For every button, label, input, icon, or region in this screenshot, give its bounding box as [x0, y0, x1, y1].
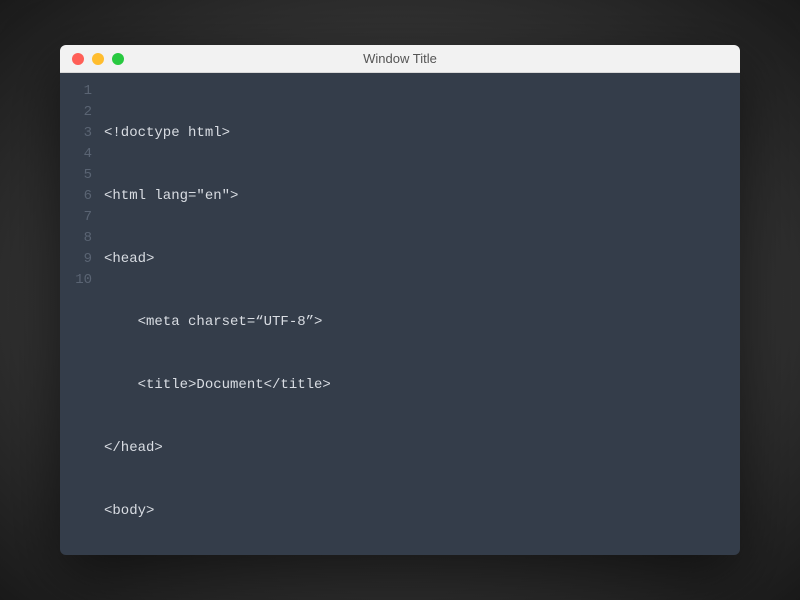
traffic-lights — [60, 53, 124, 65]
code-line[interactable]: <!doctype html> — [104, 123, 740, 144]
line-number: 3 — [60, 123, 92, 144]
line-number: 6 — [60, 186, 92, 207]
code-line[interactable]: <head> — [104, 249, 740, 270]
window-title: Window Title — [60, 51, 740, 66]
code-line[interactable]: <meta charset=“UTF-8”> — [104, 312, 740, 333]
code-line[interactable]: <title>Document</title> — [104, 375, 740, 396]
code-content[interactable]: <!doctype html> <html lang="en"> <head> … — [104, 81, 740, 555]
titlebar[interactable]: Window Title — [60, 45, 740, 73]
line-number: 5 — [60, 165, 92, 186]
maximize-icon[interactable] — [112, 53, 124, 65]
line-number: 8 — [60, 228, 92, 249]
line-number: 7 — [60, 207, 92, 228]
close-icon[interactable] — [72, 53, 84, 65]
editor-window: Window Title 1 2 3 4 5 6 7 8 9 10 <!doct… — [60, 45, 740, 555]
line-number: 1 — [60, 81, 92, 102]
line-number-gutter: 1 2 3 4 5 6 7 8 9 10 — [60, 81, 104, 555]
minimize-icon[interactable] — [92, 53, 104, 65]
code-line[interactable]: <html lang="en"> — [104, 186, 740, 207]
line-number: 2 — [60, 102, 92, 123]
code-line[interactable]: </head> — [104, 438, 740, 459]
line-number: 9 — [60, 249, 92, 270]
line-number: 4 — [60, 144, 92, 165]
line-number: 10 — [60, 270, 92, 291]
code-line[interactable]: <body> — [104, 501, 740, 522]
code-editor[interactable]: 1 2 3 4 5 6 7 8 9 10 <!doctype html> <ht… — [60, 73, 740, 555]
